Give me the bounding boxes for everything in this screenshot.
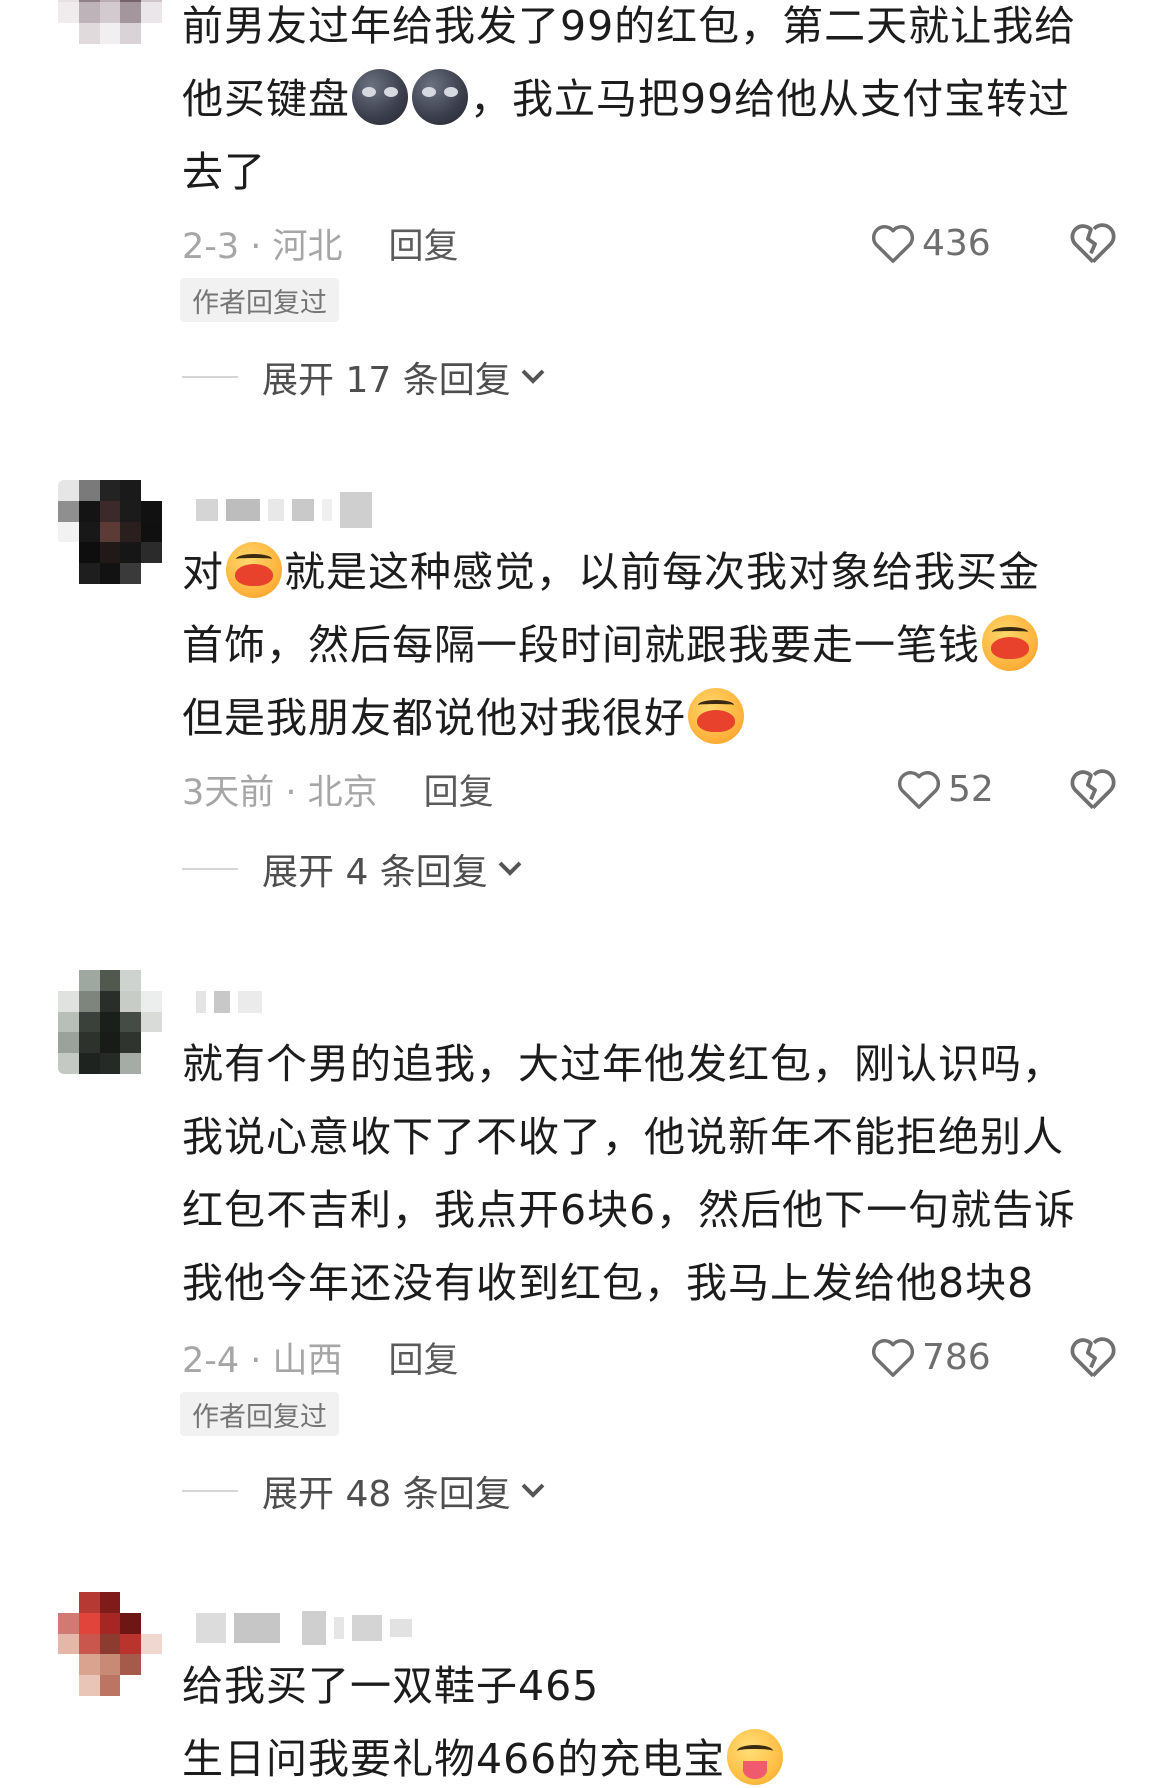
avatar[interactable] [58, 480, 162, 584]
comment-line: 对 就是这种感觉，以前每次我对象给我买金 [182, 536, 1132, 609]
date-location: 2-3 · 河北 [182, 226, 343, 267]
username-blurred[interactable] [196, 1606, 412, 1650]
comment-line: 给我买了一双鞋子465 [182, 1662, 600, 1710]
comment-line: 红包不吉利，我点开6块6，然后他下一句就告诉 [182, 1186, 1077, 1234]
comment-meta: 2-4 · 山西 回复 [182, 1332, 459, 1382]
comment-line: 前男友过年给我发了99的红包，第二天就让我给 [182, 2, 1077, 50]
comment-meta: 2-3 · 河北 回复 [182, 218, 459, 268]
comment-line: 我说心意收下了不收了，他说新年不能拒绝别人 [182, 1113, 1064, 1161]
comment-line: 首饰，然后每隔一段时间就跟我要走一笔钱 [182, 609, 1132, 682]
chevron-down-icon [498, 861, 522, 876]
like-button[interactable]: 436 [870, 218, 991, 268]
chevron-down-icon [521, 1483, 545, 1498]
expand-replies-label: 展开 4 条回复 [262, 852, 488, 893]
reply-button[interactable]: 回复 [389, 1332, 459, 1383]
reply-button[interactable]: 回复 [389, 218, 459, 269]
comment-meta: 3天前 · 北京 回复 [182, 764, 494, 814]
comment-line-part: 首饰，然后每隔一段时间就跟我要走一笔钱 [182, 621, 980, 669]
comment-text: 对就是这种感觉，以前每次我对象给我买金 首饰，然后每隔一段时间就跟我要走一笔钱 … [182, 536, 1132, 755]
comment-line-part: ，我立马把99给他从支付宝转过 [470, 75, 1071, 123]
comment-line: 生日问我要礼物466的充电宝 [182, 1723, 1132, 1788]
dark-moon-face-emoji-icon [352, 69, 408, 125]
comment-line-part: 对 [182, 548, 224, 596]
comment-line-part: 生日问我要礼物466的充电宝 [182, 1735, 726, 1783]
kissing-face-emoji-icon [688, 688, 744, 744]
like-button[interactable]: 52 [896, 764, 994, 814]
expand-replies-button[interactable]: 展开 48 条回复 [182, 1466, 547, 1516]
broken-heart-icon[interactable] [1068, 1332, 1118, 1382]
comment-line-part: 但是我朋友都说他对我很好 [182, 694, 686, 742]
chevron-down-icon [521, 369, 545, 384]
dark-moon-face-emoji-icon [412, 69, 468, 125]
kissing-face-emoji-icon [226, 542, 282, 598]
author-replied-badge: 作者回复过 [180, 1392, 339, 1436]
comment-text: 给我买了一双鞋子465 生日问我要礼物466的充电宝 [182, 1650, 1132, 1788]
like-count: 436 [922, 222, 991, 264]
author-replied-badge: 作者回复过 [180, 278, 339, 322]
comment-text: 就有个男的追我，大过年他发红包，刚认识吗， 我说心意收下了不收了，他说新年不能拒… [182, 1028, 1132, 1320]
reply-button[interactable]: 回复 [424, 764, 494, 815]
comment-line: 去了 [182, 148, 266, 196]
avatar[interactable] [58, 0, 162, 44]
expand-replies-button[interactable]: 展开 4 条回复 [182, 844, 524, 894]
comment-list: 前男友过年给我发了99的红包，第二天就让我给 他买键盘 ，我立马把99给他从支付宝… [0, 0, 1170, 1788]
comment-line: 但是我朋友都说他对我很好 [182, 682, 1132, 755]
avatar[interactable] [58, 1592, 162, 1696]
like-button[interactable]: 786 [870, 1332, 991, 1382]
broken-heart-icon[interactable] [1068, 764, 1118, 814]
comment-line: 他买键盘 ，我立马把99给他从支付宝转过 [182, 63, 1132, 136]
date-location: 2-4 · 山西 [182, 1340, 343, 1381]
comment-line: 就有个男的追我，大过年他发红包，刚认识吗， [182, 1040, 1064, 1088]
like-count: 52 [948, 768, 994, 810]
like-count: 786 [922, 1336, 991, 1378]
username-blurred[interactable] [196, 488, 372, 532]
divider [182, 868, 238, 870]
tongue-out-face-emoji-icon [727, 1729, 784, 1785]
comment-text: 前男友过年给我发了99的红包，第二天就让我给 他买键盘 ，我立马把99给他从支付宝… [182, 0, 1132, 209]
comment-line-part: 就是这种感觉，以前每次我对象给我买金 [284, 548, 1040, 596]
kissing-face-emoji-icon [982, 615, 1038, 671]
heart-outline-icon [871, 225, 915, 263]
date-location: 3天前 · 北京 [182, 772, 378, 813]
expand-replies-label: 展开 48 条回复 [262, 1474, 511, 1515]
heart-outline-icon [871, 1339, 915, 1377]
heart-outline-icon [897, 771, 941, 809]
avatar[interactable] [58, 970, 162, 1074]
comment-line: 我他今年还没有收到红包，我马上发给他8块8 [182, 1259, 1035, 1307]
username-blurred[interactable] [196, 980, 262, 1024]
expand-replies-button[interactable]: 展开 17 条回复 [182, 352, 547, 402]
divider [182, 376, 238, 378]
divider [182, 1490, 238, 1492]
expand-replies-label: 展开 17 条回复 [262, 360, 511, 401]
broken-heart-icon[interactable] [1068, 218, 1118, 268]
comment-line-part: 他买键盘 [182, 75, 350, 123]
